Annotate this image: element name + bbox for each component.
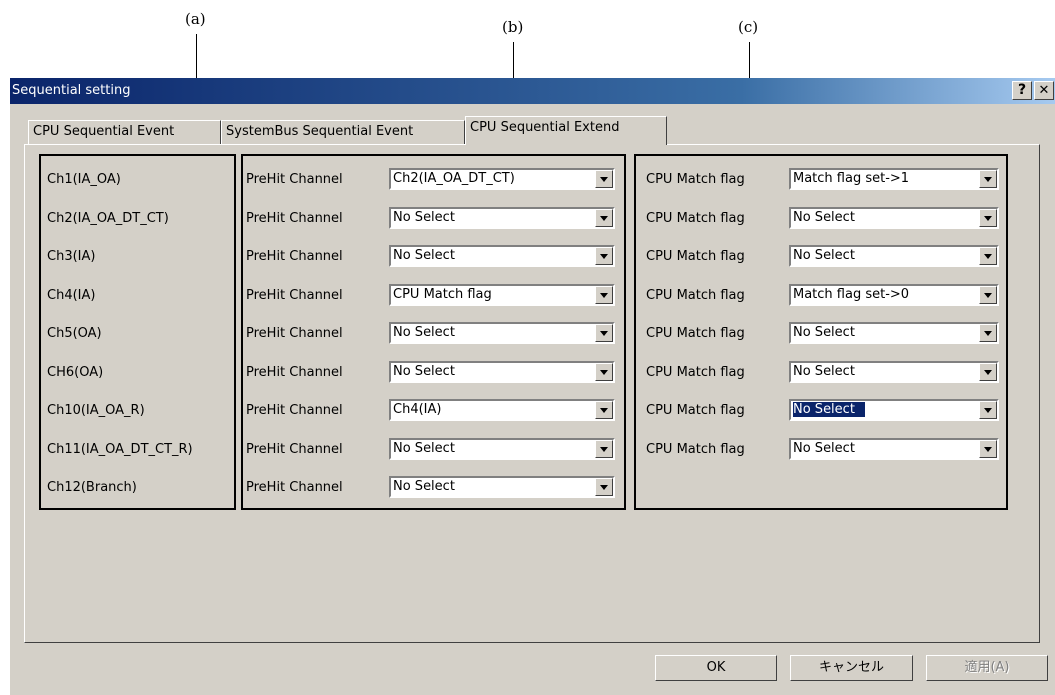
- cpu-match-flag-value: No Select: [793, 441, 855, 456]
- prehit-channel-value: No Select: [393, 325, 455, 340]
- prehit-channel-select[interactable]: Ch2(IA_OA_DT_CT): [389, 168, 615, 190]
- prehit-channel-select[interactable]: No Select: [389, 361, 615, 383]
- channel-label: Ch11(IA_OA_DT_CT_R): [47, 442, 193, 457]
- chevron-down-icon[interactable]: [595, 170, 613, 188]
- cpu-match-flag-select[interactable]: Match flag set->0: [789, 284, 999, 306]
- title-bar: Sequential setting ? ✕: [10, 78, 1055, 104]
- chevron-down-icon[interactable]: [595, 363, 613, 381]
- chevron-down-icon[interactable]: [979, 286, 997, 304]
- cpu-match-flag-label: CPU Match flag: [646, 326, 745, 341]
- prehit-channel-select[interactable]: CPU Match flag: [389, 284, 615, 306]
- cpu-match-flag-select[interactable]: No Select: [789, 361, 999, 383]
- window-title: Sequential setting: [12, 83, 131, 98]
- prehit-channel-label: PreHit Channel: [246, 249, 343, 264]
- prehit-channel-select[interactable]: Ch4(IA): [389, 399, 615, 421]
- tab-cpu-sequential-event[interactable]: CPU Sequential Event: [28, 120, 221, 144]
- prehit-channel-value: No Select: [393, 479, 455, 494]
- prehit-channel-label: PreHit Channel: [246, 211, 343, 226]
- tab-cpu-sequential-extend[interactable]: CPU Sequential Extend: [465, 116, 667, 145]
- prehit-channel-label: PreHit Channel: [246, 442, 343, 457]
- cpu-match-flag-select[interactable]: No Select: [789, 438, 999, 460]
- prehit-channel-select[interactable]: No Select: [389, 438, 615, 460]
- prehit-channel-label: PreHit Channel: [246, 326, 343, 341]
- prehit-channel-value: No Select: [393, 210, 455, 225]
- cpu-match-flag-select[interactable]: No Select: [789, 399, 999, 421]
- cpu-match-flag-label: CPU Match flag: [646, 403, 745, 418]
- prehit-channel-value: No Select: [393, 248, 455, 263]
- apply-button[interactable]: 適用(A): [926, 655, 1048, 681]
- chevron-down-icon[interactable]: [595, 324, 613, 342]
- chevron-down-icon[interactable]: [595, 478, 613, 496]
- prehit-channel-select[interactable]: No Select: [389, 207, 615, 229]
- channel-label: Ch1(IA_OA): [47, 172, 121, 187]
- prehit-channel-select[interactable]: No Select: [389, 476, 615, 498]
- chevron-down-icon[interactable]: [595, 440, 613, 458]
- channel-label: CH6(OA): [47, 365, 104, 380]
- help-button[interactable]: ?: [1012, 81, 1032, 100]
- annotation-b: (b): [502, 18, 524, 36]
- cpu-match-flag-value: No Select: [793, 325, 855, 340]
- cpu-match-flag-value: No Select: [792, 401, 866, 418]
- cpu-match-flag-value: No Select: [793, 248, 855, 263]
- cpu-match-flag-select[interactable]: No Select: [789, 207, 999, 229]
- cpu-match-flag-label: CPU Match flag: [646, 365, 745, 380]
- chevron-down-icon[interactable]: [595, 209, 613, 227]
- channel-label: Ch4(IA): [47, 288, 96, 303]
- chevron-down-icon[interactable]: [979, 247, 997, 265]
- channel-label: Ch5(OA): [47, 326, 102, 341]
- cpu-match-flag-value: Match flag set->0: [793, 287, 910, 302]
- prehit-channel-label: PreHit Channel: [246, 172, 343, 187]
- cpu-match-flag-label: CPU Match flag: [646, 172, 745, 187]
- ok-button[interactable]: OK: [655, 655, 777, 681]
- prehit-channel-value: CPU Match flag: [393, 287, 492, 302]
- cpu-match-flag-select[interactable]: No Select: [789, 322, 999, 344]
- dialog-window: Sequential setting ? ✕ CPU Sequential Ev…: [10, 78, 1055, 695]
- chevron-down-icon[interactable]: [979, 324, 997, 342]
- annotation-c: (c): [738, 18, 759, 36]
- prehit-channel-label: PreHit Channel: [246, 365, 343, 380]
- prehit-channel-select[interactable]: No Select: [389, 245, 615, 267]
- prehit-channel-label: PreHit Channel: [246, 403, 343, 418]
- cpu-match-flag-value: No Select: [793, 364, 855, 379]
- channel-label: Ch2(IA_OA_DT_CT): [47, 211, 169, 226]
- chevron-down-icon[interactable]: [595, 401, 613, 419]
- close-button[interactable]: ✕: [1034, 81, 1054, 100]
- cpu-match-flag-select[interactable]: Match flag set->1: [789, 168, 999, 190]
- prehit-channel-value: Ch4(IA): [393, 402, 442, 417]
- cpu-match-flag-label: CPU Match flag: [646, 442, 745, 457]
- prehit-channel-label: PreHit Channel: [246, 288, 343, 303]
- tab-systembus-sequential-event[interactable]: SystemBus Sequential Event: [221, 120, 465, 144]
- channel-label: Ch10(IA_OA_R): [47, 403, 145, 418]
- cpu-match-flag-label: CPU Match flag: [646, 288, 745, 303]
- prehit-channel-label: PreHit Channel: [246, 480, 343, 495]
- prehit-channel-value: No Select: [393, 364, 455, 379]
- prehit-channel-value: Ch2(IA_OA_DT_CT): [393, 171, 515, 186]
- channel-label: Ch12(Branch): [47, 480, 137, 495]
- chevron-down-icon[interactable]: [595, 286, 613, 304]
- chevron-down-icon[interactable]: [979, 209, 997, 227]
- cpu-match-flag-value: No Select: [793, 210, 855, 225]
- prehit-channel-value: No Select: [393, 441, 455, 456]
- cpu-match-flag-value: Match flag set->1: [793, 171, 910, 186]
- cpu-match-flag-select[interactable]: No Select: [789, 245, 999, 267]
- cancel-button[interactable]: キャンセル: [790, 655, 913, 681]
- chevron-down-icon[interactable]: [595, 247, 613, 265]
- chevron-down-icon[interactable]: [979, 170, 997, 188]
- channel-label: Ch3(IA): [47, 249, 96, 264]
- prehit-channel-select[interactable]: No Select: [389, 322, 615, 344]
- chevron-down-icon[interactable]: [979, 440, 997, 458]
- chevron-down-icon[interactable]: [979, 363, 997, 381]
- annotation-a: (a): [185, 10, 206, 28]
- cpu-match-flag-label: CPU Match flag: [646, 249, 745, 264]
- chevron-down-icon[interactable]: [979, 401, 997, 419]
- cpu-match-flag-label: CPU Match flag: [646, 211, 745, 226]
